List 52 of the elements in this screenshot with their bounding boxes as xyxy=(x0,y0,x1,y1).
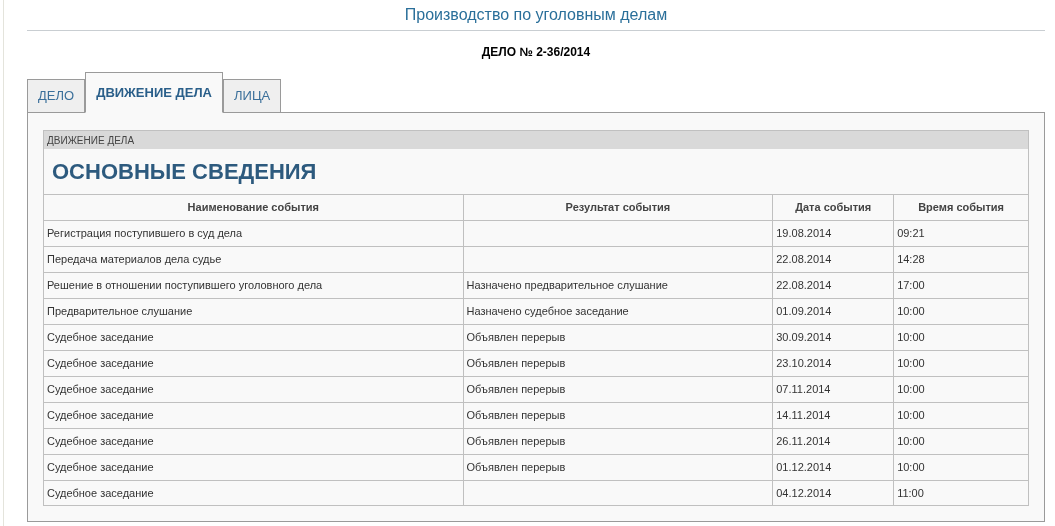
table-cell: Объявлен перерыв xyxy=(463,324,774,350)
table-cell: 19.08.2014 xyxy=(773,220,895,246)
table-cell: Судебное заседание xyxy=(44,402,464,428)
table-cell: Объявлен перерыв xyxy=(463,376,774,402)
table-cell: Регистрация поступившего в суд дела xyxy=(44,220,464,246)
table-cell: 22.08.2014 xyxy=(773,246,895,272)
column-header: Результат события xyxy=(463,194,774,220)
table-cell: Объявлен перерыв xyxy=(463,454,774,480)
table-cell: 14.11.2014 xyxy=(773,402,895,428)
tab[interactable]: ЛИЦА xyxy=(223,79,282,113)
table-cell: 14:28 xyxy=(894,246,1029,272)
table-cell: 10:00 xyxy=(894,402,1029,428)
table-cell: Назначено предварительное слушание xyxy=(463,272,774,298)
table-cell: Объявлен перерыв xyxy=(463,350,774,376)
table-cell: 11:00 xyxy=(894,480,1029,506)
column-header: Дата события xyxy=(773,194,895,220)
column-header: Наименование события xyxy=(44,194,464,220)
table-cell: 10:00 xyxy=(894,428,1029,454)
table-cell: 23.10.2014 xyxy=(773,350,895,376)
table-cell: 09:21 xyxy=(894,220,1029,246)
table-cell: Судебное заседание xyxy=(44,428,464,454)
table-cell: Передача материалов дела судье xyxy=(44,246,464,272)
table-cell: 10:00 xyxy=(894,324,1029,350)
table-cell: Судебное заседание xyxy=(44,350,464,376)
table-cell: Объявлен перерыв xyxy=(463,428,774,454)
table-cell: 22.08.2014 xyxy=(773,272,895,298)
table-cell: 10:00 xyxy=(894,454,1029,480)
column-header: Время события xyxy=(894,194,1029,220)
table-cell: 30.09.2014 xyxy=(773,324,895,350)
table-cell: Судебное заседание xyxy=(44,480,464,506)
section-caption: ДВИЖЕНИЕ ДЕЛА xyxy=(44,131,1028,149)
table-cell: Объявлен перерыв xyxy=(463,402,774,428)
table-cell: Судебное заседание xyxy=(44,324,464,350)
page-title: Производство по уголовным делам xyxy=(404,5,668,25)
tab[interactable]: ДВИЖЕНИЕ ДЕЛА xyxy=(85,72,223,113)
section-heading: ОСНОВНЫЕ СВЕДЕНИЯ xyxy=(52,158,317,186)
case-title: ДЕЛО № 2-36/2014 xyxy=(481,43,591,61)
table-cell: 01.12.2014 xyxy=(773,454,895,480)
table-cell: Предварительное слушание xyxy=(44,298,464,324)
table-cell: Назначено судебное заседание xyxy=(463,298,774,324)
table-cell: Судебное заседание xyxy=(44,376,464,402)
table-cell: 17:00 xyxy=(894,272,1029,298)
table-cell: 01.09.2014 xyxy=(773,298,895,324)
table-cell: 26.11.2014 xyxy=(773,428,895,454)
table-cell: 07.11.2014 xyxy=(773,376,895,402)
table-cell: 10:00 xyxy=(894,298,1029,324)
table-cell: 04.12.2014 xyxy=(773,480,895,506)
table-cell: 10:00 xyxy=(894,376,1029,402)
tab[interactable]: ДЕЛО xyxy=(27,79,86,113)
table-cell: 10:00 xyxy=(894,350,1029,376)
table-cell: Решение в отношении поступившего уголовного дела xyxy=(44,272,464,298)
table-cell: Судебное заседание xyxy=(44,454,464,480)
